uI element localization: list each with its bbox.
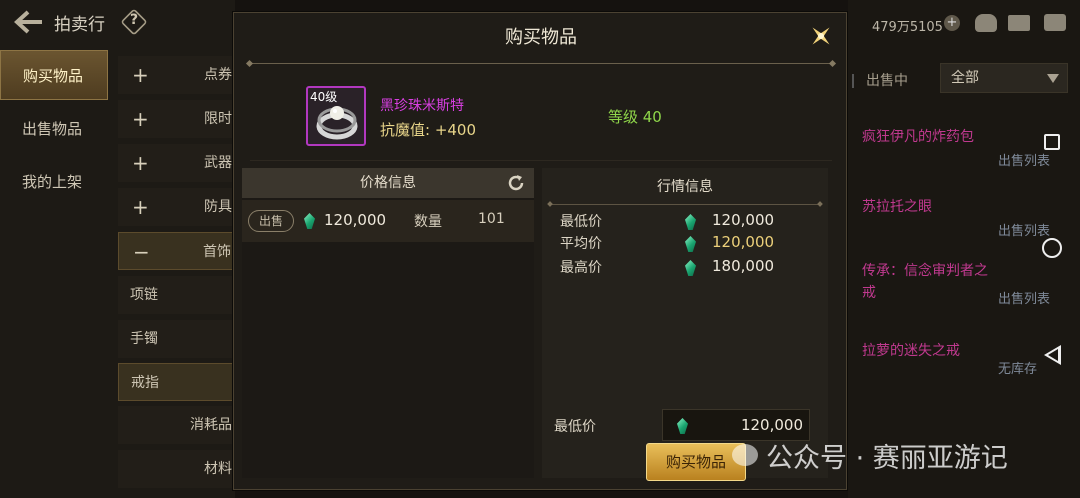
close-icon[interactable] xyxy=(806,21,836,51)
buy-item-button[interactable]: 购买物品 xyxy=(646,443,746,481)
listing-row[interactable]: 传承：信念审判者之戒 出售列表 xyxy=(852,260,1080,318)
highest-price-value: 180,000 xyxy=(712,257,775,275)
price-info-title: 价格信息 xyxy=(360,175,416,191)
lowest-price-value: 120,000 xyxy=(712,211,775,229)
android-back-icon-inner xyxy=(1048,349,1058,361)
order-qty-label: 数量 xyxy=(414,214,442,230)
title-divider xyxy=(250,63,832,64)
filter-dropdown[interactable]: 全部 xyxy=(940,63,1068,93)
category-item[interactable]: + 武器 xyxy=(118,144,236,182)
filter-selected: 全部 xyxy=(951,70,979,86)
category-item[interactable]: 材料 xyxy=(118,450,236,488)
lowest-price-label: 最低价 xyxy=(560,214,602,230)
average-price-label: 平均价 xyxy=(560,236,602,252)
refresh-icon[interactable] xyxy=(506,173,526,193)
wechat-logo-icon xyxy=(732,444,758,466)
gem-currency-icon xyxy=(304,213,315,229)
order-price: 120,000 xyxy=(324,211,387,229)
category-item[interactable]: + 点券 xyxy=(118,56,236,94)
ring-icon xyxy=(316,106,358,140)
gem-currency-icon xyxy=(677,418,688,434)
item-stat: 抗魔值: +400 xyxy=(380,121,477,139)
chat-icon[interactable] xyxy=(1044,14,1066,31)
price-info-panel: 价格信息 出售 120,000 数量 101 xyxy=(242,168,534,478)
min-price-label: 最低价 xyxy=(554,419,596,435)
subcategory-item[interactable]: 手镯 xyxy=(118,320,236,358)
page-title: 拍卖行 xyxy=(54,15,105,35)
minus-icon: − xyxy=(133,240,150,264)
plus-icon: + xyxy=(132,195,149,219)
sell-order-row[interactable]: 出售 120,000 数量 101 xyxy=(242,200,534,242)
on-sale-toggle[interactable]: 出售中 xyxy=(852,70,908,90)
price-info-header: 价格信息 xyxy=(242,168,534,198)
category-item[interactable]: + 防具 xyxy=(118,188,236,226)
back-arrow-icon[interactable] xyxy=(14,10,44,34)
nav-buy-items[interactable]: 购买物品 xyxy=(0,50,108,100)
highest-price-label: 最高价 xyxy=(560,260,602,276)
market-divider xyxy=(550,204,820,205)
min-price-value: 120,000 xyxy=(740,416,803,434)
gem-currency-icon xyxy=(685,260,696,276)
category-item-expanded[interactable]: − 首饰 xyxy=(118,232,236,270)
bag-icon[interactable] xyxy=(975,14,997,32)
watermark-text: 公众号 · 赛丽亚游记 xyxy=(766,443,1008,474)
nav-my-listings[interactable]: 我的上架 xyxy=(0,157,108,207)
subcategory-item[interactable]: 项链 xyxy=(118,276,236,314)
buy-item-dialog: 购买物品 40级 黑珍珠米斯特 抗魔值: +400 等级 40 价格信息 出售 … xyxy=(233,12,847,490)
top-bar: 拍卖行 ? xyxy=(0,0,235,44)
add-currency-icon[interactable]: + xyxy=(944,15,960,31)
order-qty: 101 xyxy=(478,211,505,227)
plus-icon: + xyxy=(132,151,149,175)
plus-icon: + xyxy=(132,107,149,131)
dialog-title: 购买物品 xyxy=(505,27,577,48)
market-info-panel: 行情信息 最低价 120,000 平均价 120,000 最高价 180,000… xyxy=(542,168,828,478)
category-item[interactable]: 消耗品 xyxy=(118,406,236,444)
android-recents-icon[interactable] xyxy=(1044,134,1060,150)
item-slot[interactable]: 40级 xyxy=(306,86,366,146)
plus-icon: + xyxy=(132,63,149,87)
item-divider xyxy=(250,160,832,161)
item-name: 黑珍珠米斯特 xyxy=(380,98,464,114)
nav-sell-items[interactable]: 出售物品 xyxy=(0,104,108,154)
subcategory-item-selected[interactable]: 戒指 xyxy=(118,363,236,401)
gem-currency-icon xyxy=(685,214,696,230)
market-info-title: 行情信息 xyxy=(657,179,713,195)
dropdown-arrow-icon xyxy=(1047,74,1059,83)
help-icon-glyph: ? xyxy=(129,12,139,28)
android-home-icon[interactable] xyxy=(1042,238,1062,258)
currency-amount: 479万5105 xyxy=(872,20,943,35)
mail-icon[interactable] xyxy=(1008,15,1030,31)
gem-currency-icon xyxy=(685,236,696,252)
category-item[interactable]: + 限时 xyxy=(118,100,236,138)
item-grade: 等级 40 xyxy=(608,108,662,126)
sell-tag: 出售 xyxy=(248,210,294,232)
average-price-value: 120,000 xyxy=(712,233,775,251)
